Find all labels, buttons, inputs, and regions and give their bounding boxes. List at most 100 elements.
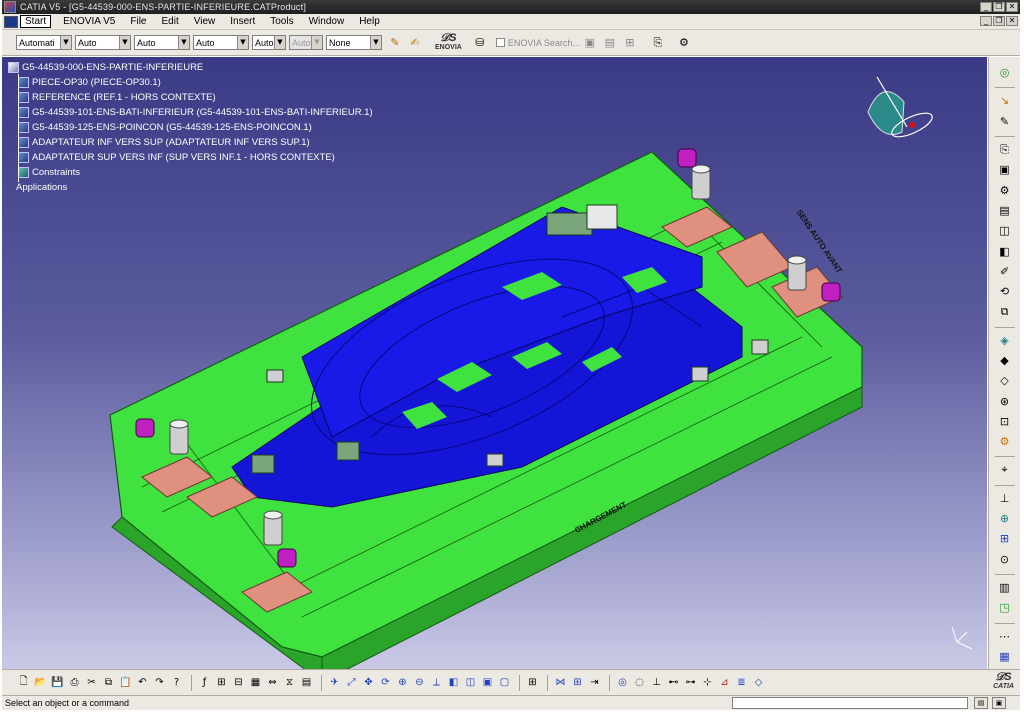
close-button[interactable]: ✕ — [1006, 2, 1018, 12]
change-constraint-icon[interactable]: ▦ — [997, 649, 1013, 664]
cut-icon[interactable]: ✂ — [84, 675, 99, 690]
axis-icon[interactable]: ⊥ — [649, 675, 664, 690]
swap-visible-icon[interactable]: ▢ — [497, 675, 512, 690]
smart-move-icon[interactable]: ◇ — [997, 373, 1013, 388]
minimize-button[interactable]: _ — [980, 2, 992, 12]
offset-constraint-icon[interactable]: ⊕ — [997, 511, 1013, 526]
new-part-icon[interactable]: ⚙ — [997, 182, 1013, 197]
quick-constraint-icon[interactable]: ◳ — [997, 600, 1013, 615]
menu-tools[interactable]: Tools — [264, 16, 302, 27]
table-icon[interactable]: ▦ — [248, 675, 263, 690]
doc-restore-button[interactable]: ❐ — [993, 16, 1005, 26]
3d-viewport[interactable]: G5-44539-000-ENS-PARTIE-INFERIEURE PIECE… — [2, 57, 987, 669]
renumber-icon[interactable]: ✐ — [997, 264, 1013, 279]
workbench-icon[interactable]: ◎ — [997, 65, 1013, 80]
menu-start[interactable]: Start — [20, 15, 52, 28]
fly-mode-icon[interactable]: ✈ — [327, 675, 342, 690]
measure-between-icon[interactable]: ⊷ — [666, 675, 681, 690]
graph-tree-icon[interactable]: ◧ — [997, 243, 1013, 258]
new-product-icon[interactable]: ▣ — [997, 162, 1013, 177]
iso-view-icon[interactable]: ◧ — [446, 675, 461, 690]
command-history-button[interactable]: ▤ — [974, 697, 988, 709]
menu-edit[interactable]: Edit — [156, 16, 188, 27]
fix-component-icon[interactable]: ⊙ — [997, 552, 1013, 567]
catia-app-icon[interactable] — [4, 1, 16, 13]
design-table-icon[interactable]: ⊞ — [214, 675, 229, 690]
hide-show-icon[interactable]: ▣ — [480, 675, 495, 690]
distance-icon[interactable]: ⇥ — [587, 675, 602, 690]
scene-icon[interactable]: ◇ — [751, 675, 766, 690]
restore-button[interactable]: ❐ — [993, 2, 1005, 12]
section-icon[interactable]: ⊞ — [570, 675, 585, 690]
fit-all-icon[interactable]: ⤢ — [344, 675, 359, 690]
zoom-out-icon[interactable]: ⊖ — [412, 675, 427, 690]
paint-brush-icon[interactable]: ✎ — [387, 35, 403, 51]
existing-component-icon[interactable]: ↘ — [997, 93, 1013, 108]
compass-widget[interactable] — [867, 76, 935, 142]
paste-icon[interactable]: 📋 — [118, 675, 133, 690]
redo-icon[interactable]: ↷ — [152, 675, 167, 690]
command-cancel-button[interactable]: ▣ — [992, 697, 1006, 709]
reorder-icon[interactable]: ⟲ — [997, 284, 1013, 299]
menu-file[interactable]: File — [124, 16, 155, 27]
enovia-search[interactable]: ENOVIA Search... — [495, 38, 580, 48]
contact-constraint-icon[interactable]: ⊥ — [997, 491, 1013, 506]
menu-window[interactable]: Window — [303, 16, 354, 27]
pan-icon[interactable]: ✥ — [361, 675, 376, 690]
point-symbol-combo[interactable]: Auto ▼ — [252, 35, 286, 50]
whats-this-icon[interactable]: ? — [169, 675, 184, 690]
command-input[interactable] — [732, 697, 968, 709]
tree-item-applications[interactable]: Applications — [8, 180, 373, 195]
menu-insert[interactable]: Insert — [224, 16, 264, 27]
enovia-navigate-icon[interactable]: ⎘ — [650, 35, 666, 51]
tree-item-bati-inferieur[interactable]: G5-44539-101-ENS-BATI-INFERIEUR (G5-4453… — [8, 105, 373, 120]
transparency-combo[interactable]: Auto ▼ — [75, 35, 131, 50]
clash-icon[interactable]: ⋈ — [553, 675, 568, 690]
tree-item-piece-op30[interactable]: PIECE-OP30 (PIECE-OP30.1) — [8, 75, 373, 90]
normal-view-icon[interactable]: ⟂ — [429, 675, 444, 690]
enovia-search-checkbox[interactable] — [495, 38, 505, 47]
save-icon[interactable]: 💾 — [50, 675, 65, 690]
layer-combo[interactable]: None ▼ — [326, 35, 382, 50]
update-icon[interactable]: ⚙ — [997, 434, 1013, 449]
analysis-icon[interactable]: ◌ — [632, 675, 647, 690]
angle-constraint-icon[interactable]: ⊞ — [997, 531, 1013, 546]
print-icon[interactable]: ⎙ — [67, 675, 82, 690]
tree-item-constraints[interactable]: Constraints — [8, 165, 373, 180]
linetype-combo[interactable]: Auto ▼ — [134, 35, 190, 50]
menu-help[interactable]: Help — [353, 16, 389, 27]
formula-icon[interactable]: ƒ — [197, 675, 212, 690]
undo-icon[interactable]: ↶ — [135, 675, 150, 690]
tree-item-adaptateur-sup-inf[interactable]: ADAPTATEUR SUP VERS INF (SUP VERS INF.1 … — [8, 150, 373, 165]
measure-inertia-icon[interactable]: ⊹ — [700, 675, 715, 690]
tree-item-reference[interactable]: REFERENCE (REF.1 - HORS CONTEXTE) — [8, 90, 373, 105]
doc-minimize-button[interactable]: _ — [980, 16, 992, 26]
law-icon[interactable]: ⊟ — [231, 675, 246, 690]
enovia-connect-icon[interactable]: ⛁ — [472, 35, 488, 51]
catalog-icon[interactable]: ▤ — [299, 675, 314, 690]
rotate-icon[interactable]: ⟳ — [378, 675, 393, 690]
color-combo[interactable]: Automati ▼ — [16, 35, 72, 50]
measure-icon[interactable]: ⇔ — [265, 675, 280, 690]
format-painter-icon[interactable]: ✍ — [407, 35, 423, 51]
tree-item-poincon[interactable]: G5-44539-125-ENS-POINCON (G5-44539-125-E… — [8, 120, 373, 135]
multi-instantiation-icon[interactable]: ⧉ — [997, 304, 1013, 319]
scan-icon[interactable]: ⧖ — [282, 675, 297, 690]
sketcher-icon[interactable]: ◎ — [615, 675, 630, 690]
new-component-icon[interactable]: ⎘ — [997, 142, 1013, 157]
bill-of-material-icon[interactable]: ⊿ — [717, 675, 732, 690]
stop-manipulate-icon[interactable]: ⊡ — [997, 414, 1013, 429]
fix-together-icon[interactable]: ▥ — [997, 580, 1013, 595]
zoom-in-icon[interactable]: ⊕ — [395, 675, 410, 690]
edit-icon[interactable]: ✎ — [997, 114, 1013, 129]
new-file-icon[interactable]: 🗋 — [16, 675, 31, 690]
measure-item-icon[interactable]: ⊶ — [683, 675, 698, 690]
coincidence-constraint-icon[interactable]: ⌖ — [997, 462, 1013, 477]
doc-close-button[interactable]: ✕ — [1006, 16, 1018, 26]
flexible-subassembly-icon[interactable]: ⋯ — [997, 628, 1013, 643]
copy-icon[interactable]: ⧉ — [101, 675, 116, 690]
catalog-browser-icon[interactable]: ⊞ — [525, 675, 540, 690]
manipulate-icon[interactable]: ◈ — [997, 333, 1013, 348]
replace-component-icon[interactable]: ◫ — [997, 223, 1013, 238]
menu-view[interactable]: View — [188, 16, 225, 27]
